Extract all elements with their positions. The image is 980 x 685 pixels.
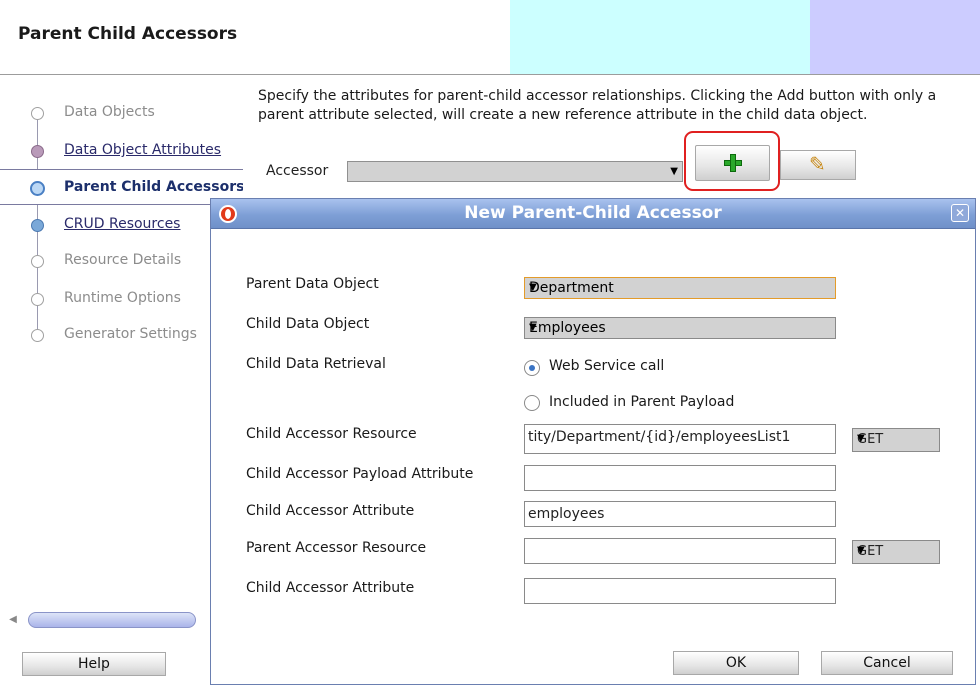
- header-cyan-band: [510, 0, 810, 74]
- nav-item-data-object-attributes[interactable]: Data Object Attributes: [0, 133, 243, 169]
- parent-data-object-label: Parent Data Object: [246, 276, 379, 292]
- child-accessor-attribute-label: Child Accessor Attribute: [246, 503, 415, 519]
- child-data-retrieval-label: Child Data Retrieval: [246, 356, 386, 372]
- wizard-nav: Data Objects Data Object Attributes Pare…: [0, 75, 243, 615]
- accessor-select[interactable]: ▼: [347, 161, 683, 182]
- parent-accessor-resource-input[interactable]: [524, 538, 836, 564]
- header-lavender-band: [810, 0, 980, 74]
- child-accessor-attribute-2-label: Child Accessor Attribute: [246, 580, 415, 596]
- chevron-down-icon: ▼: [529, 282, 537, 293]
- help-button-label: Help: [78, 656, 110, 672]
- instructions-text: Specify the attributes for parent-child …: [258, 88, 937, 123]
- scroll-left-icon[interactable]: ◀: [6, 612, 20, 628]
- nav-item-label: Data Object Attributes: [64, 142, 222, 158]
- add-accessor-button[interactable]: [695, 145, 770, 181]
- nav-item-label: Generator Settings: [64, 326, 197, 342]
- web-service-call-label: Web Service call: [549, 358, 665, 374]
- child-accessor-attribute-input[interactable]: employees: [524, 501, 836, 527]
- child-data-object-select[interactable]: Employees ▼: [524, 317, 836, 339]
- nav-item-label: Data Objects: [64, 104, 155, 120]
- chevron-down-icon: ▼: [857, 433, 865, 444]
- edit-accessor-button[interactable]: ✎: [780, 150, 856, 180]
- step-pending-icon: [31, 107, 44, 120]
- parent-accessor-resource-label: Parent Accessor Resource: [246, 540, 427, 556]
- nav-item-parent-child-accessors[interactable]: Parent Child Accessors: [0, 169, 243, 205]
- step-pending-icon: [31, 329, 44, 342]
- close-icon[interactable]: ✕: [951, 204, 969, 222]
- child-accessor-resource-label: Child Accessor Resource: [246, 426, 417, 442]
- included-in-parent-payload-radio[interactable]: [524, 395, 540, 411]
- step-pending-icon: [31, 293, 44, 306]
- nav-item-resource-details[interactable]: Resource Details: [0, 243, 243, 279]
- nav-item-label: Parent Child Accessors: [64, 179, 243, 195]
- nav-item-data-objects[interactable]: Data Objects: [0, 95, 243, 131]
- cancel-button[interactable]: Cancel: [821, 651, 953, 675]
- new-parent-child-accessor-dialog: New Parent-Child Accessor ✕ Parent Data …: [210, 198, 976, 685]
- dialog-title: New Parent-Child Accessor: [464, 203, 722, 223]
- child-accessor-payload-attribute-input[interactable]: [524, 465, 836, 491]
- chevron-down-icon: ▼: [529, 322, 537, 333]
- dialog-title-bar[interactable]: New Parent-Child Accessor ✕: [211, 199, 975, 229]
- step-current-icon: [30, 181, 45, 196]
- nav-item-generator-settings[interactable]: Generator Settings: [0, 317, 243, 353]
- child-accessor-payload-attribute-label: Child Accessor Payload Attribute: [246, 466, 474, 482]
- parent-data-object-select[interactable]: Department ▼: [524, 277, 836, 299]
- nav-item-label: Runtime Options: [64, 290, 181, 306]
- nav-item-label: CRUD Resources: [64, 216, 181, 232]
- chevron-down-icon: ▼: [670, 166, 678, 177]
- step-visited-icon: [31, 145, 44, 158]
- horizontal-scrollbar-thumb[interactable]: [28, 612, 196, 628]
- plus-icon: [724, 154, 742, 172]
- child-accessor-attribute-2-input[interactable]: [524, 578, 836, 604]
- pencil-icon: ✎: [809, 152, 826, 176]
- nav-item-label: Resource Details: [64, 252, 182, 268]
- child-accessor-resource-method-select[interactable]: GET ▼: [852, 428, 940, 452]
- accessor-label: Accessor: [266, 163, 329, 179]
- ok-button[interactable]: OK: [673, 651, 799, 675]
- help-button[interactable]: Help: [22, 652, 166, 676]
- step-pending-icon: [31, 255, 44, 268]
- chevron-down-icon: ▼: [857, 545, 865, 556]
- child-data-object-label: Child Data Object: [246, 316, 370, 332]
- page-title: Parent Child Accessors: [18, 24, 238, 44]
- parent-accessor-resource-method-select[interactable]: GET ▼: [852, 540, 940, 564]
- child-accessor-resource-input[interactable]: tity/Department/{id}/employeesList1: [524, 424, 836, 454]
- step-next-icon: [31, 219, 44, 232]
- nav-item-crud-resources[interactable]: CRUD Resources: [0, 207, 243, 243]
- web-service-call-radio[interactable]: [524, 360, 540, 376]
- included-in-parent-payload-label: Included in Parent Payload: [549, 394, 735, 410]
- nav-item-runtime-options[interactable]: Runtime Options: [0, 281, 243, 317]
